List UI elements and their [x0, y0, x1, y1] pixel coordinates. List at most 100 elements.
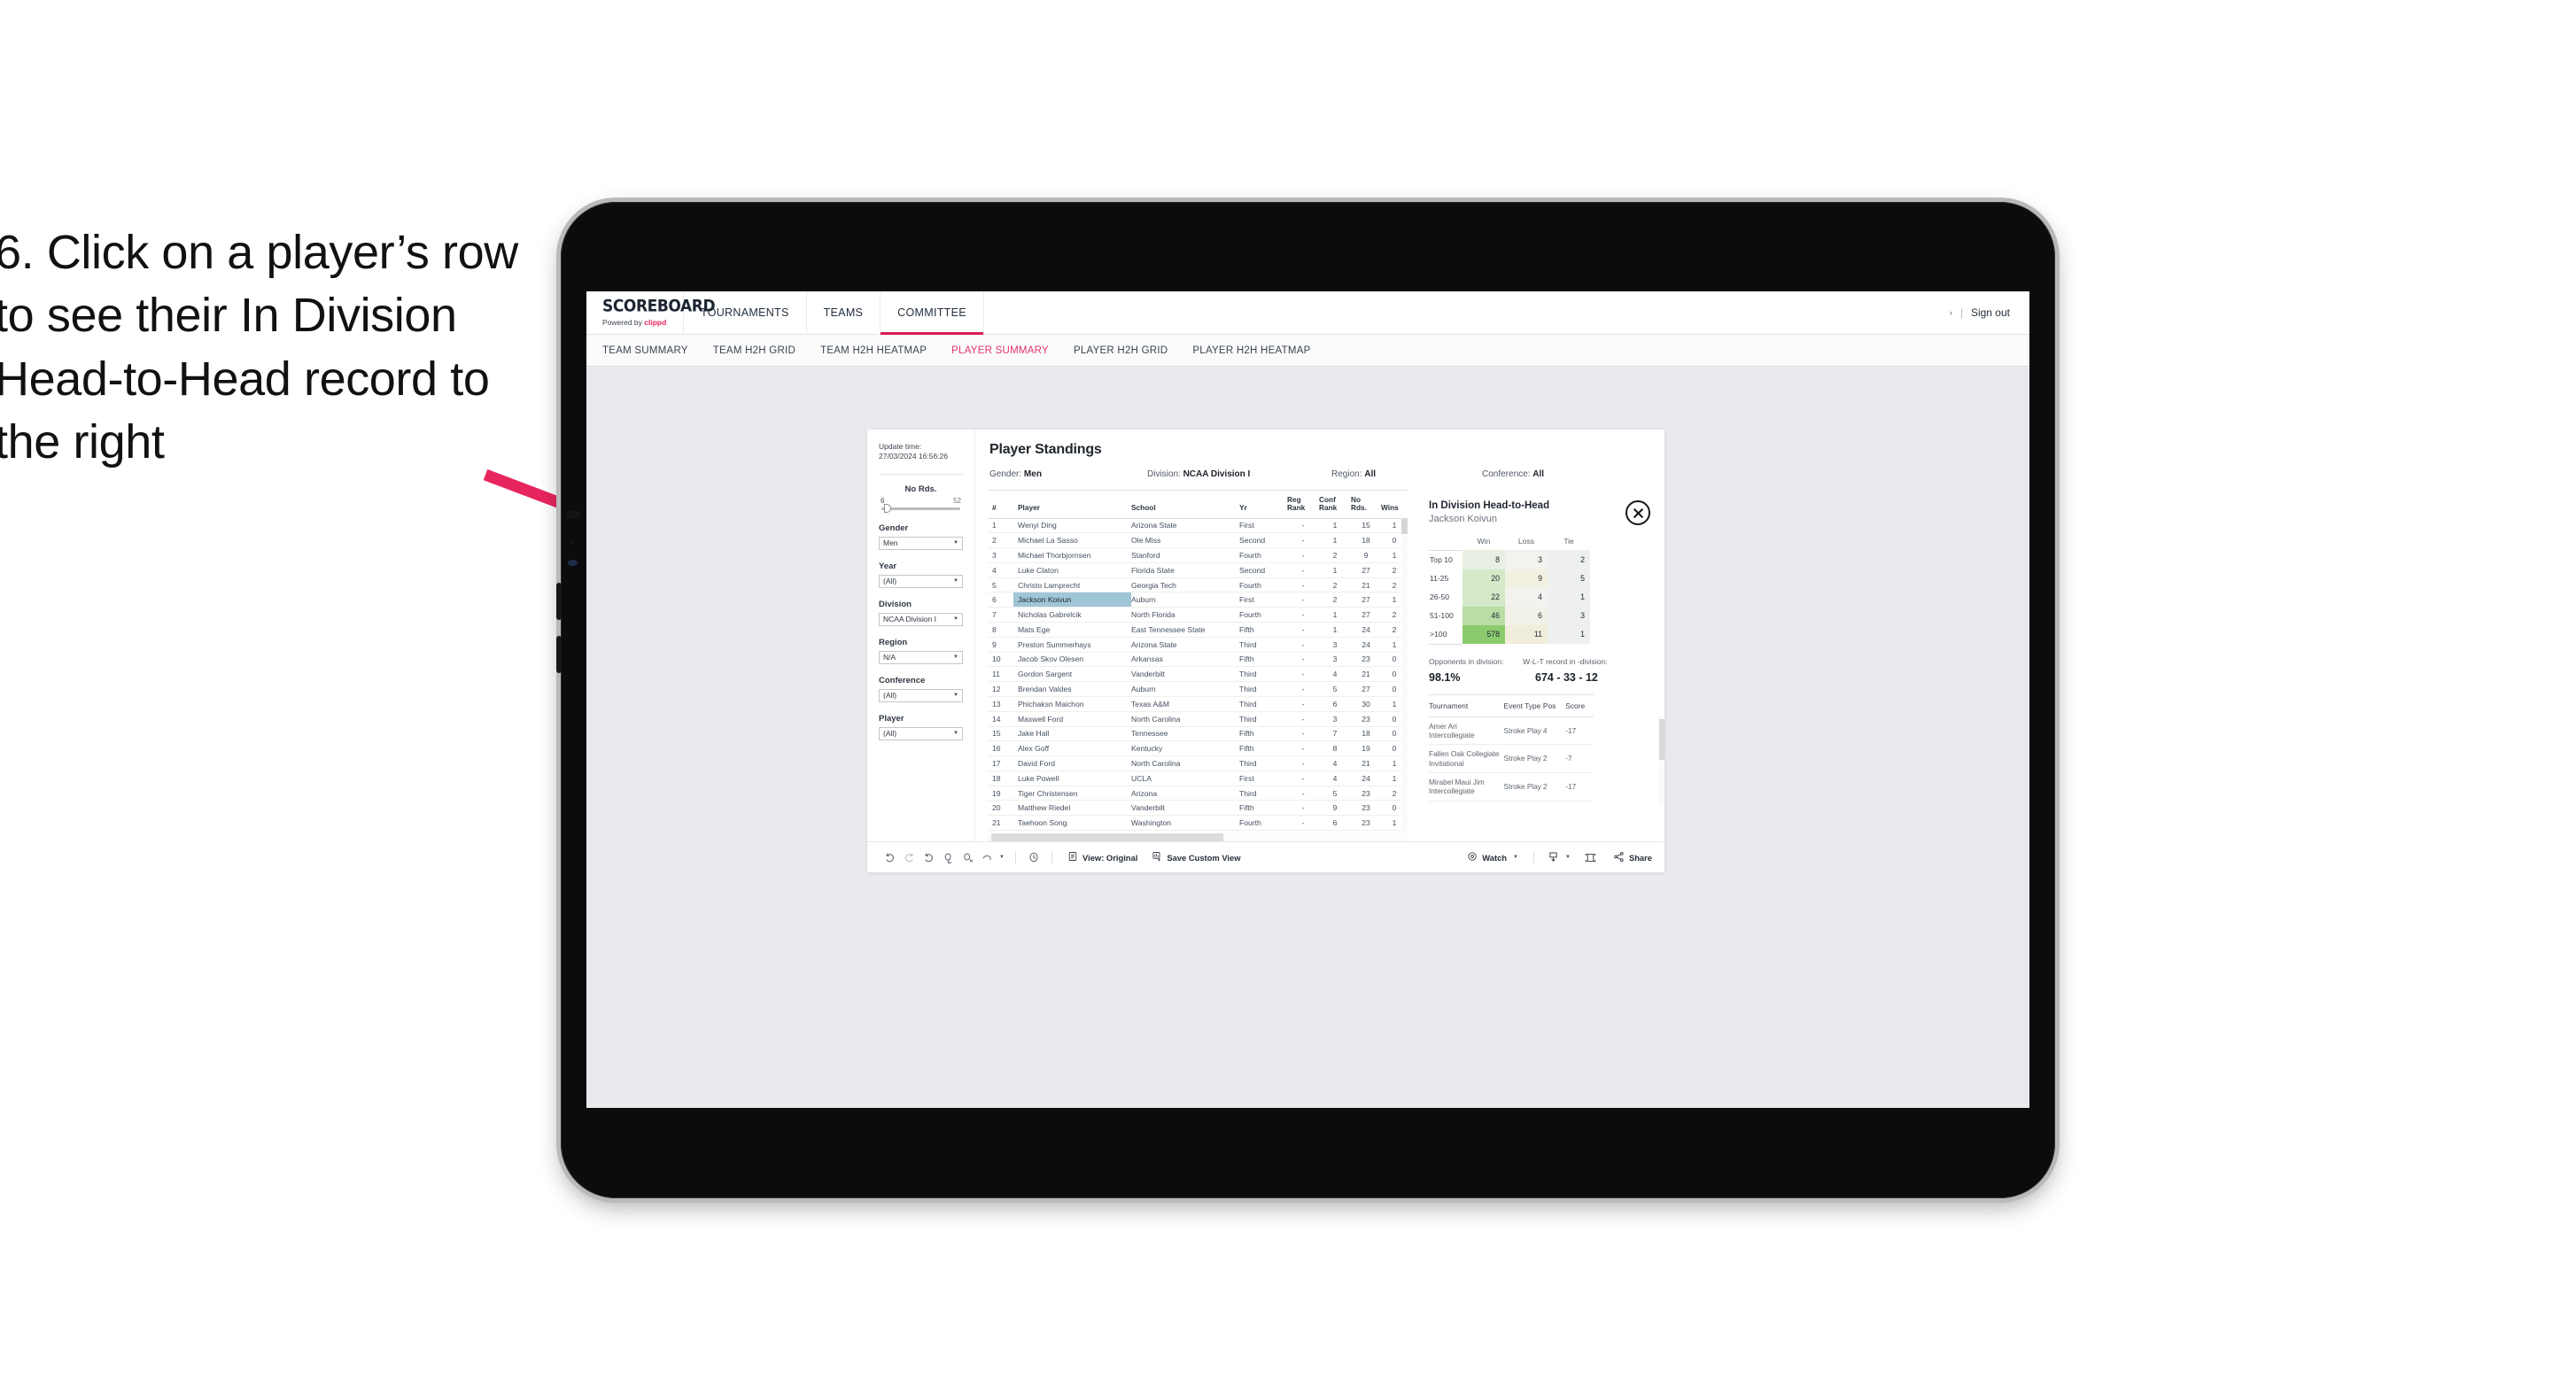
scrollbar-thumb[interactable]	[1401, 518, 1408, 534]
table-row[interactable]: 3 Michael Thorbjornsen Stanford Fourth -2 9 1	[988, 547, 1408, 563]
no-rounds-slider-handle[interactable]	[884, 504, 891, 514]
sign-out-link[interactable]: Sign out	[1971, 306, 2010, 319]
heatmap-cell-loss[interactable]: 3	[1505, 550, 1548, 569]
download-button[interactable]: ▼	[1542, 851, 1576, 864]
ellipse-shape-icon[interactable]	[977, 848, 997, 867]
col-rank[interactable]: #	[988, 491, 1013, 519]
summary-region: Region: All	[1331, 469, 1482, 479]
table-row[interactable]: 18 Luke Powell UCLA First -4 24 1	[988, 770, 1408, 786]
heatmap-cell-loss[interactable]: 4	[1505, 587, 1548, 607]
table-row[interactable]: 16 Alex Goff Kentucky Fifth -8 19 0	[988, 740, 1408, 757]
heatmap-cell-win[interactable]: 46	[1463, 606, 1505, 625]
cell-year: Third	[1239, 637, 1287, 653]
col-school[interactable]: School	[1131, 491, 1239, 519]
tab-player-summary[interactable]: PLAYER SUMMARY	[951, 345, 1049, 356]
col-reg-rank[interactable]: Reg Rank	[1287, 491, 1319, 519]
table-row[interactable]: 13 Phichaksn Maichon Texas A&M Third -6 30 1	[988, 696, 1408, 712]
tab-team-h2h-heatmap[interactable]: TEAM H2H HEATMAP	[820, 345, 927, 356]
col-wins[interactable]: Wins	[1381, 491, 1408, 519]
refresh-data-icon[interactable]	[938, 848, 958, 867]
filter-year-select[interactable]: (All) ▼	[879, 574, 963, 588]
filter-division-select[interactable]: NCAA Division I ▼	[879, 612, 963, 626]
heatmap-cell-win[interactable]: 578	[1463, 624, 1505, 644]
heatmap-cell-win[interactable]: 8	[1463, 550, 1505, 569]
scoreboard-logo[interactable]: SCOREBOARD Powered by clippd	[586, 291, 716, 334]
standings-scroll-area[interactable]: 1 Wenyi Ding Arizona State First -1 15 1 2 Micha…	[988, 518, 1408, 831]
tournament-scrollbar[interactable]	[1659, 716, 1664, 806]
tab-team-summary[interactable]: TEAM SUMMARY	[602, 345, 688, 356]
cell-rank: 1	[988, 518, 1013, 534]
table-row[interactable]: 19 Tiger Christensen Arizona Third -5 23 2	[988, 786, 1408, 801]
table-row[interactable]: 22Ian GilliganFloridaThird-10241	[988, 830, 1408, 831]
filter-gender-select[interactable]: Men ▼	[879, 536, 963, 550]
filter-region-label: Region	[879, 637, 908, 647]
table-row[interactable]: 2 Michael La Sasso Ole Miss Second -1 18 0	[988, 532, 1408, 549]
save-custom-view-button[interactable]: Save Custom View	[1144, 851, 1247, 863]
scrollbar-thumb-horizontal[interactable]	[991, 833, 1223, 841]
alerts-clock-icon[interactable]	[1024, 848, 1044, 867]
heatmap-cell-loss[interactable]: 6	[1505, 606, 1548, 625]
nav-tournaments[interactable]: TOURNAMENTS	[684, 291, 807, 334]
standings-horizontal-scrollbar[interactable]	[988, 833, 1408, 841]
heatmap-cell-tie[interactable]: 1	[1548, 587, 1590, 607]
standings-vertical-scrollbar[interactable]	[1401, 518, 1408, 831]
list-item[interactable]: Mirabel Maui Jim Intercollegiate Stroke P…	[1429, 772, 1594, 801]
filter-player-select[interactable]: (All) ▼	[879, 726, 963, 740]
col-conf-rank[interactable]: Conf Rank	[1319, 491, 1351, 519]
table-row[interactable]: 14 Maxwell Ford North Carolina Third -3 23 0	[988, 711, 1408, 727]
tablet-screen: SCOREBOARD Powered by clippd TOURNAMENTS…	[586, 291, 2029, 1108]
table-row[interactable]: 1 Wenyi Ding Arizona State First -1 15 1	[988, 518, 1408, 534]
share-button[interactable]: Share	[1606, 851, 1652, 864]
table-row[interactable]: 11 Gordon Sargent Vanderbilt Third -4 21 0	[988, 666, 1408, 683]
table-row[interactable]: 12 Brendan Valdes Auburn Third -5 27 0	[988, 681, 1408, 697]
heatmap-cell-win[interactable]: 20	[1463, 569, 1505, 588]
table-row[interactable]: 7 Nicholas Gabrelcik North Florida Fourth -1…	[988, 607, 1408, 623]
revert-icon[interactable]	[919, 848, 938, 867]
list-item[interactable]: Fallen Oak Collegiate Invitational Stroke…	[1429, 744, 1594, 773]
table-row[interactable]: 9 Preston Summerhays Arizona State Third -3 2…	[988, 637, 1408, 653]
heatmap-cell-tie[interactable]: 3	[1548, 606, 1590, 625]
cell-conf-rank: 2	[1319, 547, 1351, 563]
tab-team-h2h-grid[interactable]: TEAM H2H GRID	[713, 345, 795, 356]
chevron-right-icon[interactable]: ›	[1950, 308, 1952, 317]
view-original-button[interactable]: View: Original	[1060, 851, 1144, 863]
list-item[interactable]: Amer Ari Intercollegiate Stroke Play 4 -17	[1429, 716, 1594, 746]
tab-player-h2h-heatmap[interactable]: PLAYER H2H HEATMAP	[1192, 345, 1310, 356]
watch-button[interactable]: Watch ▼	[1460, 851, 1525, 863]
list-item[interactable]: SEC Match Play hosted by Jerry Pate Roun…	[1429, 801, 1594, 806]
heatmap-cell-tie[interactable]: 1	[1548, 624, 1590, 644]
heatmap-cell-loss[interactable]: 11	[1505, 624, 1548, 644]
table-row[interactable]: 21 Taehoon Song Washington Fourth -6 23 1	[988, 815, 1408, 831]
no-rounds-slider[interactable]	[881, 504, 960, 514]
heatmap-cell-tie[interactable]: 2	[1548, 550, 1590, 569]
table-row[interactable]: 5 Christo Lamprecht Georgia Tech Fourth -2 21…	[988, 577, 1408, 593]
table-row[interactable]: 4 Luke Claton Florida State Second -1 27 2	[988, 562, 1408, 578]
col-no-rds[interactable]: No Rds.	[1351, 491, 1381, 519]
pause-updates-icon[interactable]	[958, 848, 977, 867]
redo-icon[interactable]	[899, 848, 919, 867]
scrollbar-thumb-tournament[interactable]	[1659, 718, 1664, 760]
fullscreen-icon[interactable]	[1581, 848, 1601, 867]
tournament-scroll-area[interactable]: Amer Ari Intercollegiate Stroke Play 4 -17 F…	[1429, 716, 1664, 806]
table-row[interactable]: 10 Jacob Skov Olesen Arkansas Fifth -3 23 0	[988, 652, 1408, 668]
toolbar-chevron-down-icon[interactable]: ▼	[997, 848, 1007, 867]
undo-icon[interactable]	[880, 848, 899, 867]
table-row[interactable]: 17 David Ford North Carolina Third -4 21 1	[988, 755, 1408, 771]
filter-region-select[interactable]: N/A ▼	[879, 650, 963, 664]
table-row[interactable]: 8 Mats Ege East Tennessee State Fifth -1 24 2	[988, 622, 1408, 638]
col-yr[interactable]: Yr	[1239, 491, 1287, 519]
cell-school: North Carolina	[1131, 755, 1239, 771]
table-row[interactable]: 20 Matthew Riedel Vanderbilt Fifth -9 23 0	[988, 800, 1408, 817]
heatmap-cell-loss[interactable]: 9	[1505, 569, 1548, 588]
nav-teams[interactable]: TEAMS	[807, 291, 881, 334]
nav-committee[interactable]: COMMITTEE	[881, 291, 984, 335]
col-player[interactable]: Player	[1013, 491, 1131, 519]
filter-conference-select[interactable]: (All) ▼	[879, 688, 963, 702]
close-circle-icon[interactable]	[1626, 500, 1650, 525]
table-row[interactable]: 15 Jake Hall Tennessee Fifth -7 18 0	[988, 726, 1408, 742]
cell-conf-rank: 3	[1319, 637, 1351, 653]
heatmap-cell-win[interactable]: 22	[1463, 587, 1505, 607]
tab-player-h2h-grid[interactable]: PLAYER H2H GRID	[1074, 345, 1168, 356]
heatmap-cell-tie[interactable]: 5	[1548, 569, 1590, 588]
table-row[interactable]: 6 Jackson Koivun Auburn First -2 27 1	[988, 592, 1408, 608]
